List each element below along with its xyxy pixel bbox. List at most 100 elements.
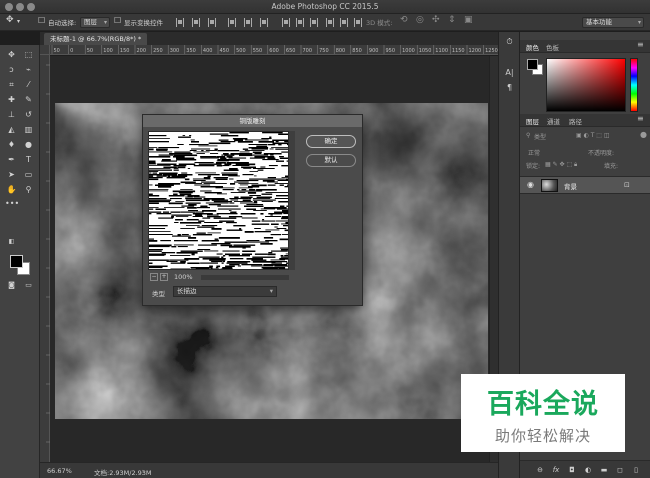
clone-stamp-icon[interactable]: ⊥ (5, 109, 18, 121)
distribute-top-icon[interactable] (282, 18, 290, 27)
ruler-label: 50 (54, 48, 60, 54)
lock-options-icon[interactable]: ▦ ✎ ✥ ⬚ 🔒︎ (545, 161, 577, 169)
distribute-left-icon[interactable] (326, 18, 334, 27)
3d-orbit-icon[interactable]: ⟲ (400, 15, 408, 25)
tab-channels[interactable]: 通道 (547, 116, 560, 126)
ruler-label: 950 (386, 48, 396, 54)
horizontal-ruler[interactable]: 50 0 50 100 150 200 250 300 350 400 450 500 550 600 65… (50, 45, 498, 55)
pen-tool-icon[interactable]: ✒ (5, 154, 18, 166)
tab-paths[interactable]: 路径 (569, 116, 582, 126)
layer-style-icon[interactable]: fx (551, 465, 561, 475)
layer-filter-row: ⚲ 类型 ▣ ◐ T ⬚ ◫ ● (520, 130, 650, 144)
status-bar: 66.67% 文档:2.93M/2.93M › (40, 462, 498, 478)
chevron-down-icon[interactable]: ▾ (17, 18, 20, 25)
ruler-label: 400 (203, 48, 213, 54)
show-transform-checkbox[interactable]: ☐ (114, 16, 121, 25)
3d-slide-icon[interactable]: ⇕ (448, 15, 456, 25)
add-mask-icon[interactable]: ◘ (567, 465, 577, 475)
filter-pixel-icon[interactable]: ▣ ◐ T ⬚ ◫ (576, 132, 610, 139)
path-select-icon[interactable]: ➤ (5, 169, 18, 181)
panel-foreground-swatch[interactable] (527, 59, 538, 70)
more-tools-icon[interactable]: ••• (5, 198, 19, 210)
distribute-vcenter-icon[interactable] (296, 18, 304, 27)
zoom-out-icon[interactable]: − (150, 273, 158, 281)
align-hcenter-icon[interactable] (244, 18, 252, 27)
blur-tool-icon[interactable]: ♦ (5, 139, 18, 151)
distribute-bottom-icon[interactable] (310, 18, 318, 27)
distribute-right-icon[interactable] (354, 18, 362, 27)
ok-button[interactable]: 确定 (306, 135, 356, 148)
history-panel-icon[interactable]: ⏱ (504, 36, 515, 47)
layer-filter-type[interactable]: 类型 (534, 132, 546, 141)
layers-panel-menu-icon[interactable]: ≡ (637, 114, 644, 123)
zoom-in-icon[interactable]: + (160, 273, 168, 281)
layers-panel-tabs: 图层 通道 路径 ≡ (520, 114, 650, 127)
new-group-icon[interactable]: ▬ (599, 465, 609, 475)
status-menu-arrow-icon[interactable]: › (142, 467, 145, 475)
quick-select-tool-icon[interactable]: ⌁ (22, 64, 35, 76)
foreground-color-swatch[interactable] (10, 255, 23, 268)
crop-tool-icon[interactable]: ⌗ (5, 79, 18, 91)
brush-tool-icon[interactable]: ✎ (22, 94, 35, 106)
filter-toggle-icon[interactable]: ● (640, 130, 647, 139)
zoom-tool-icon[interactable]: ⚲ (22, 184, 35, 196)
character-panel-icon[interactable]: A| (504, 67, 515, 78)
auto-select-label: 自动选择: (48, 19, 77, 27)
layer-name[interactable]: 背景 (564, 181, 577, 191)
hue-slider[interactable] (630, 58, 638, 112)
eraser-tool-icon[interactable]: ◭ (5, 124, 18, 136)
preview-scrollbar[interactable] (289, 131, 295, 270)
tab-color[interactable]: 颜色 (526, 42, 539, 52)
search-icon[interactable]: ⚲ (526, 132, 530, 139)
gradient-tool-icon[interactable]: ▥ (22, 124, 35, 136)
new-layer-icon[interactable]: ◻ (615, 465, 625, 475)
panel-menu-icon[interactable]: ≡ (637, 40, 644, 49)
tab-layers[interactable]: 图层 (526, 116, 539, 126)
align-bottom-icon[interactable] (208, 18, 216, 27)
trash-icon[interactable]: ▯ (631, 465, 641, 475)
3d-scale-icon[interactable]: ▣ (464, 15, 473, 25)
align-vcenter-icon[interactable] (192, 18, 200, 27)
paragraph-panel-icon[interactable]: ¶ (504, 82, 515, 93)
3d-pan-icon[interactable]: ✣ (432, 15, 440, 25)
align-right-icon[interactable] (260, 18, 268, 27)
history-brush-icon[interactable]: ↺ (22, 109, 35, 121)
type-tool-icon[interactable]: T (22, 154, 35, 166)
marquee-tool-icon[interactable]: ⬚ (22, 49, 35, 61)
align-left-icon[interactable] (228, 18, 236, 27)
workspace-dropdown[interactable]: 基本功能 (582, 17, 644, 28)
quick-mask-icon[interactable]: ◙ (5, 279, 18, 291)
zoom-level[interactable]: 66.67% (47, 467, 72, 475)
3d-roll-icon[interactable]: ◎ (416, 15, 424, 25)
eye-visibility-icon[interactable]: ◉ (527, 180, 534, 189)
checkbox-checked-icon[interactable]: ☐ (38, 16, 45, 25)
default-button[interactable]: 默认 (306, 154, 356, 167)
blend-mode-dropdown[interactable]: 正常 (528, 148, 540, 157)
layer-row-background[interactable]: ◉ 背景 ⊡ (520, 176, 650, 194)
rectangle-tool-icon[interactable]: ▭ (22, 169, 35, 181)
screen-mode-icon[interactable]: ▭ (22, 279, 35, 291)
link-layers-icon[interactable]: ⊖ (535, 465, 545, 475)
eyedropper-tool-icon[interactable]: ⁄ (22, 79, 35, 91)
ruler-label: 600 (269, 48, 279, 54)
color-picker-field[interactable] (546, 58, 626, 112)
align-top-icon[interactable] (176, 18, 184, 27)
distribute-hcenter-icon[interactable] (340, 18, 348, 27)
preview-horizontal-scrollbar[interactable] (201, 275, 289, 280)
auto-select-dropdown[interactable]: 图层 (80, 17, 110, 28)
adjustment-layer-icon[interactable]: ◐ (583, 465, 593, 475)
move-tool-icon[interactable]: ✥ (6, 15, 14, 25)
document-tab[interactable]: 未标题-1 @ 66.7%(RGB/8*) * (44, 33, 148, 45)
filter-preview[interactable] (148, 131, 289, 270)
ruler-label: 450 (220, 48, 230, 54)
dodge-tool-icon[interactable]: ● (22, 139, 35, 151)
tab-swatches[interactable]: 色板 (546, 42, 559, 52)
hand-tool-icon[interactable]: ✋ (5, 184, 18, 196)
lock-icon: ⊡ (624, 181, 630, 189)
move-tool-icon[interactable]: ✥ (5, 49, 18, 61)
healing-brush-icon[interactable]: ✚ (5, 94, 18, 106)
vertical-ruler[interactable] (40, 55, 50, 462)
lasso-tool-icon[interactable]: ↄ (5, 64, 18, 76)
default-colors-icon[interactable]: ◧ (5, 236, 18, 248)
type-dropdown[interactable]: 长描边 (173, 286, 277, 297)
